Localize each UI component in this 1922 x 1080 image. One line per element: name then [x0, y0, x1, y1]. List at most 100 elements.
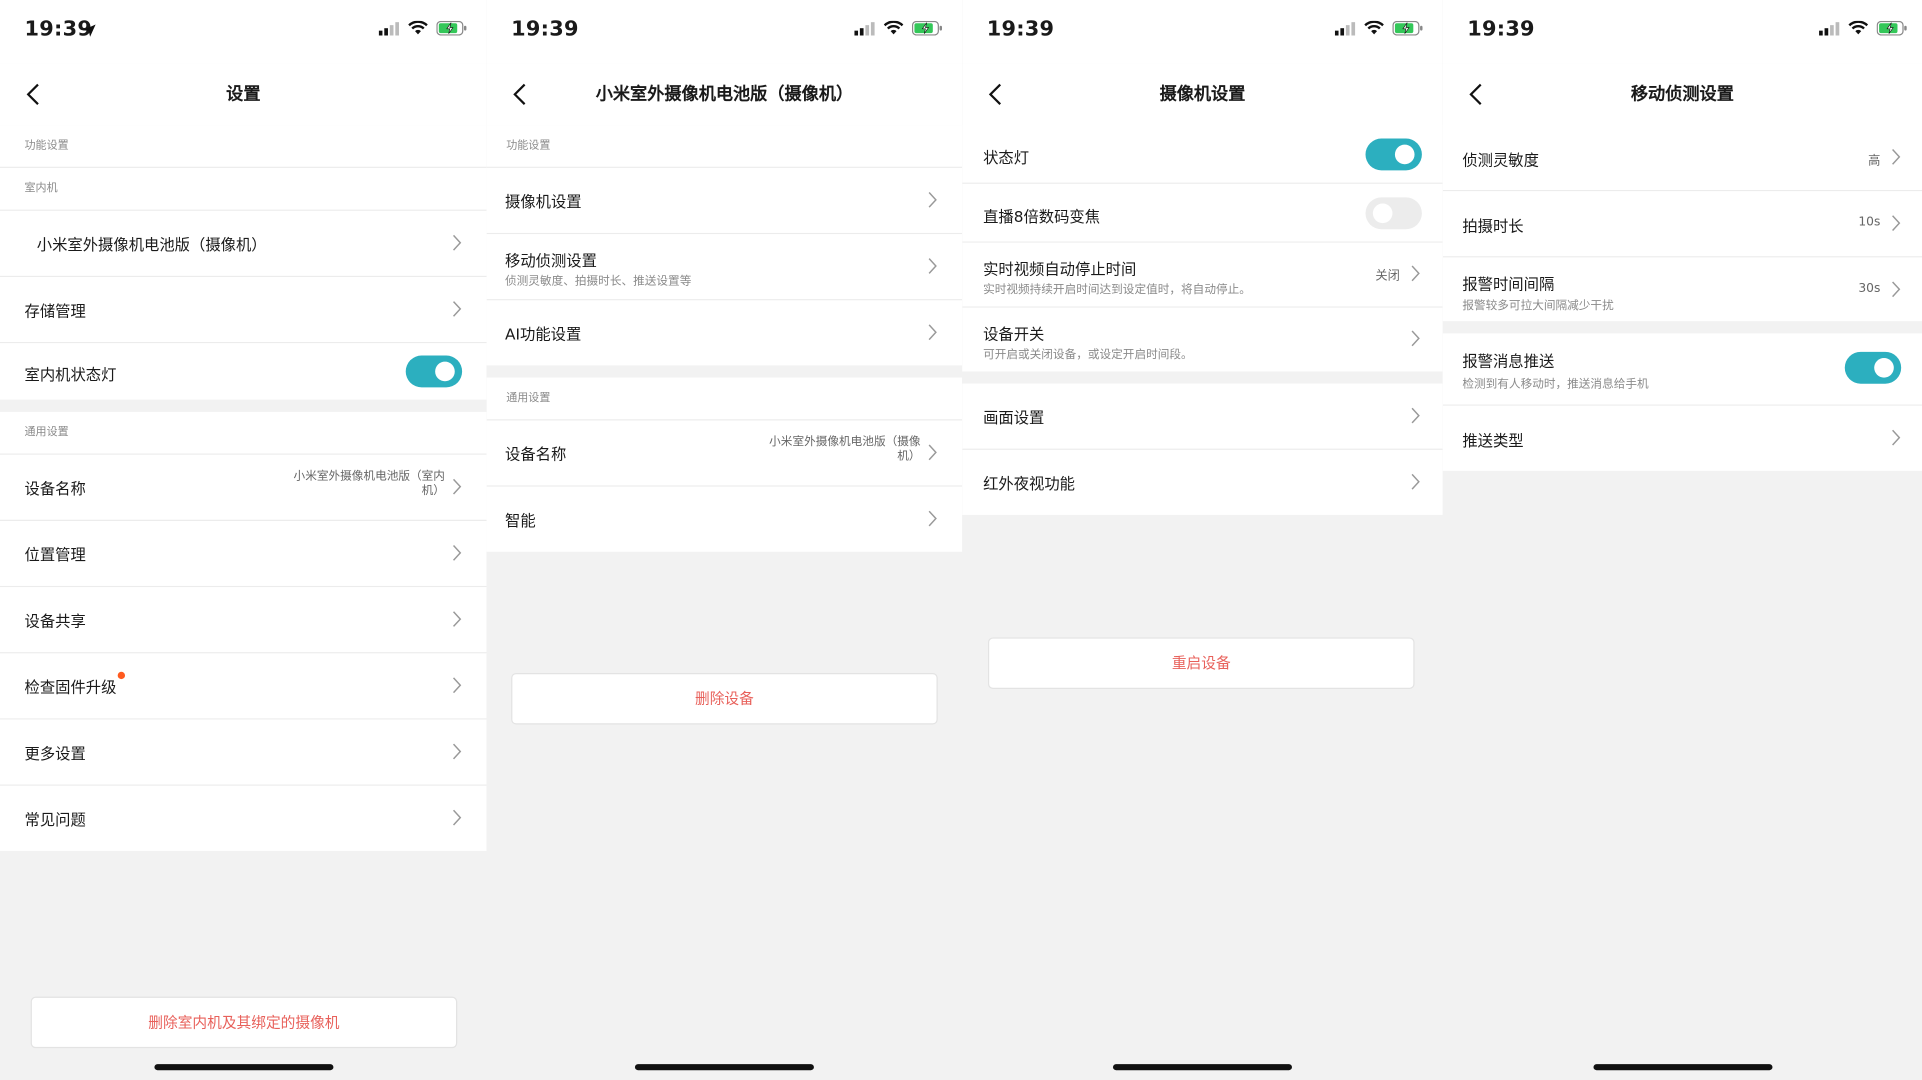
- status-icons: [378, 20, 467, 36]
- list-item-camera[interactable]: 小米室外摄像机电池版（摄像机）: [0, 210, 487, 278]
- list-item-zoom: 直播8倍数码变焦: [962, 183, 1443, 243]
- section-header-general: 通用设置: [0, 412, 487, 455]
- list-item-sensitivity[interactable]: 侦测灵敏度 高: [1442, 125, 1922, 192]
- chevron-right-icon: [928, 191, 937, 208]
- list-item-firmware[interactable]: 检查固件升级: [0, 653, 487, 720]
- chevron-right-icon: [1892, 149, 1901, 165]
- list-item-label: 推送类型: [1462, 431, 1524, 450]
- battery-charging-icon: [1876, 20, 1907, 36]
- nav-bar: 移动侦测设置: [1442, 63, 1922, 127]
- delete-device-button[interactable]: 删除设备: [511, 673, 938, 725]
- update-badge-dot: [117, 671, 126, 680]
- status-bar: 19:39: [962, 0, 1443, 64]
- list-item-duration[interactable]: 拍摄时长 10s: [1442, 191, 1922, 258]
- status-light-toggle[interactable]: [1365, 138, 1422, 171]
- chevron-right-icon: [452, 743, 462, 760]
- cellular-signal-icon: [1334, 21, 1356, 35]
- home-indicator: [634, 1064, 814, 1071]
- list-item-motion[interactable]: 移动侦测设置 侦测灵敏度、拍摄时长、推送设置等: [486, 234, 963, 301]
- chevron-right-icon: [1411, 330, 1420, 347]
- battery-charging-icon: [436, 20, 467, 36]
- location-arrow-icon: [83, 24, 96, 37]
- chevron-right-icon: [452, 478, 462, 495]
- chevron-right-icon: [1411, 473, 1420, 490]
- list-item-more[interactable]: 更多设置: [0, 719, 487, 786]
- chevron-right-icon: [1411, 265, 1420, 282]
- list-item-label: 室内机状态灯: [24, 365, 117, 384]
- list-item-label: 设备名称: [24, 479, 86, 498]
- list-item-label: 画面设置: [983, 408, 1045, 427]
- home-indicator: [1112, 1064, 1292, 1071]
- page-title: 移动侦测设置: [1630, 84, 1734, 105]
- list-item-share[interactable]: 设备共享: [0, 587, 487, 654]
- push-toggle[interactable]: [1844, 351, 1902, 384]
- nav-bar: 设置: [0, 63, 487, 127]
- list-item-interval[interactable]: 报警时间间隔 报警较多可拉大间隔减少干扰 30s: [1442, 257, 1922, 322]
- status-time: 19:39: [1467, 17, 1535, 42]
- chevron-right-icon: [452, 611, 462, 627]
- list-item-label: AI功能设置: [505, 324, 582, 344]
- home-indicator: [153, 1064, 333, 1071]
- zoom-toggle[interactable]: [1365, 197, 1422, 230]
- device-name-value: 小米室外摄像机电池版（摄像 机）: [769, 435, 921, 464]
- list-item-device-name[interactable]: 设备名称 小米室外摄像机电池版（室内 机）: [0, 454, 487, 521]
- list-item-location[interactable]: 位置管理: [0, 520, 487, 588]
- list-item-label: 设备开关: [983, 324, 1045, 344]
- delete-indoor-button[interactable]: 删除室内机及其绑定的摄像机: [30, 996, 458, 1049]
- list-item-smart[interactable]: 智能: [486, 486, 963, 552]
- nav-bar: 摄像机设置: [962, 63, 1443, 127]
- status-icons: [1819, 20, 1907, 36]
- wifi-icon: [883, 20, 904, 35]
- chevron-right-icon: [928, 258, 937, 274]
- chevron-right-icon: [452, 809, 462, 826]
- list-item-label: 智能: [505, 511, 536, 530]
- list-item-status-light: 状态灯: [962, 125, 1443, 184]
- list-item-ai[interactable]: AI功能设置: [486, 300, 963, 366]
- chevron-right-icon: [1892, 429, 1901, 446]
- screen-camera-device: 19:39 小米室外摄像机电池版（摄像机） 功能设置 摄像机设置 移动侦测设置 …: [486, 0, 963, 1080]
- device-name-value: 小米室外摄像机电池版（室内 机）: [293, 469, 445, 498]
- status-bar: 19:39: [0, 0, 487, 64]
- wifi-icon: [1364, 20, 1384, 35]
- list-item-push: 报警消息推送 检测到有人移动时，推送消息给手机: [1442, 333, 1922, 406]
- list-item-sublabel: 检测到有人移动时，推送消息给手机: [1462, 377, 1649, 392]
- list-item-label: 报警时间间隔: [1462, 274, 1555, 293]
- list-item-label: 侦测灵敏度: [1462, 150, 1539, 170]
- status-bar: 19:39: [1442, 0, 1922, 64]
- section-header-indoor: 室内机: [0, 168, 487, 211]
- list-item-image[interactable]: 画面设置: [962, 383, 1443, 450]
- chevron-right-icon: [452, 234, 462, 251]
- restart-device-button[interactable]: 重启设备: [987, 637, 1415, 689]
- chevron-right-icon: [928, 444, 937, 461]
- list-item-faq[interactable]: 常见问题: [0, 785, 487, 851]
- list-item-storage[interactable]: 存储管理: [0, 277, 487, 344]
- cellular-signal-icon: [378, 21, 399, 35]
- screen-motion-settings: 19:39 移动侦测设置 侦测灵敏度 高 拍摄时长 10s 报警时间间隔 报警较…: [1442, 0, 1922, 1080]
- list-item-indoor-light: 室内机状态灯: [0, 343, 487, 400]
- page-title: 摄像机设置: [1159, 84, 1246, 105]
- status-icons: [854, 20, 943, 36]
- page-title: 设置: [226, 84, 261, 105]
- list-item-camera-settings[interactable]: 摄像机设置: [486, 167, 963, 235]
- list-item-device-name[interactable]: 设备名称 小米室外摄像机电池版（摄像 机）: [486, 420, 963, 487]
- sensitivity-value: 高: [1868, 154, 1881, 168]
- nav-bar: 小米室外摄像机电池版（摄像机）: [486, 63, 963, 127]
- list-item-night[interactable]: 红外夜视功能: [962, 449, 1443, 515]
- cellular-signal-icon: [1819, 21, 1840, 35]
- chevron-right-icon: [452, 545, 462, 561]
- list-item-push-type[interactable]: 推送类型: [1442, 405, 1922, 471]
- list-item-label: 设备名称: [505, 444, 567, 464]
- chevron-right-icon: [928, 324, 937, 341]
- list-item-auto-stop[interactable]: 实时视频自动停止时间 实时视频持续开启时间达到设定值时，将自动停止。 关闭: [962, 242, 1443, 308]
- list-item-label: 红外夜视功能: [983, 474, 1076, 493]
- list-item-label: 设备共享: [24, 611, 86, 631]
- list-item-label: 报警消息推送: [1462, 351, 1555, 371]
- list-item-power[interactable]: 设备开关 可开启或关闭设备，或设定开启时间段。: [962, 307, 1443, 372]
- list-item-label: 拍摄时长: [1462, 216, 1524, 236]
- indoor-light-toggle[interactable]: [405, 355, 463, 388]
- list-item-label: 常见问题: [24, 810, 86, 829]
- section-header-function: 功能设置: [0, 125, 487, 168]
- list-item-label: 更多设置: [24, 744, 86, 763]
- section-header-function: 功能设置: [486, 125, 963, 168]
- list-item-label: 检查固件升级: [25, 671, 126, 697]
